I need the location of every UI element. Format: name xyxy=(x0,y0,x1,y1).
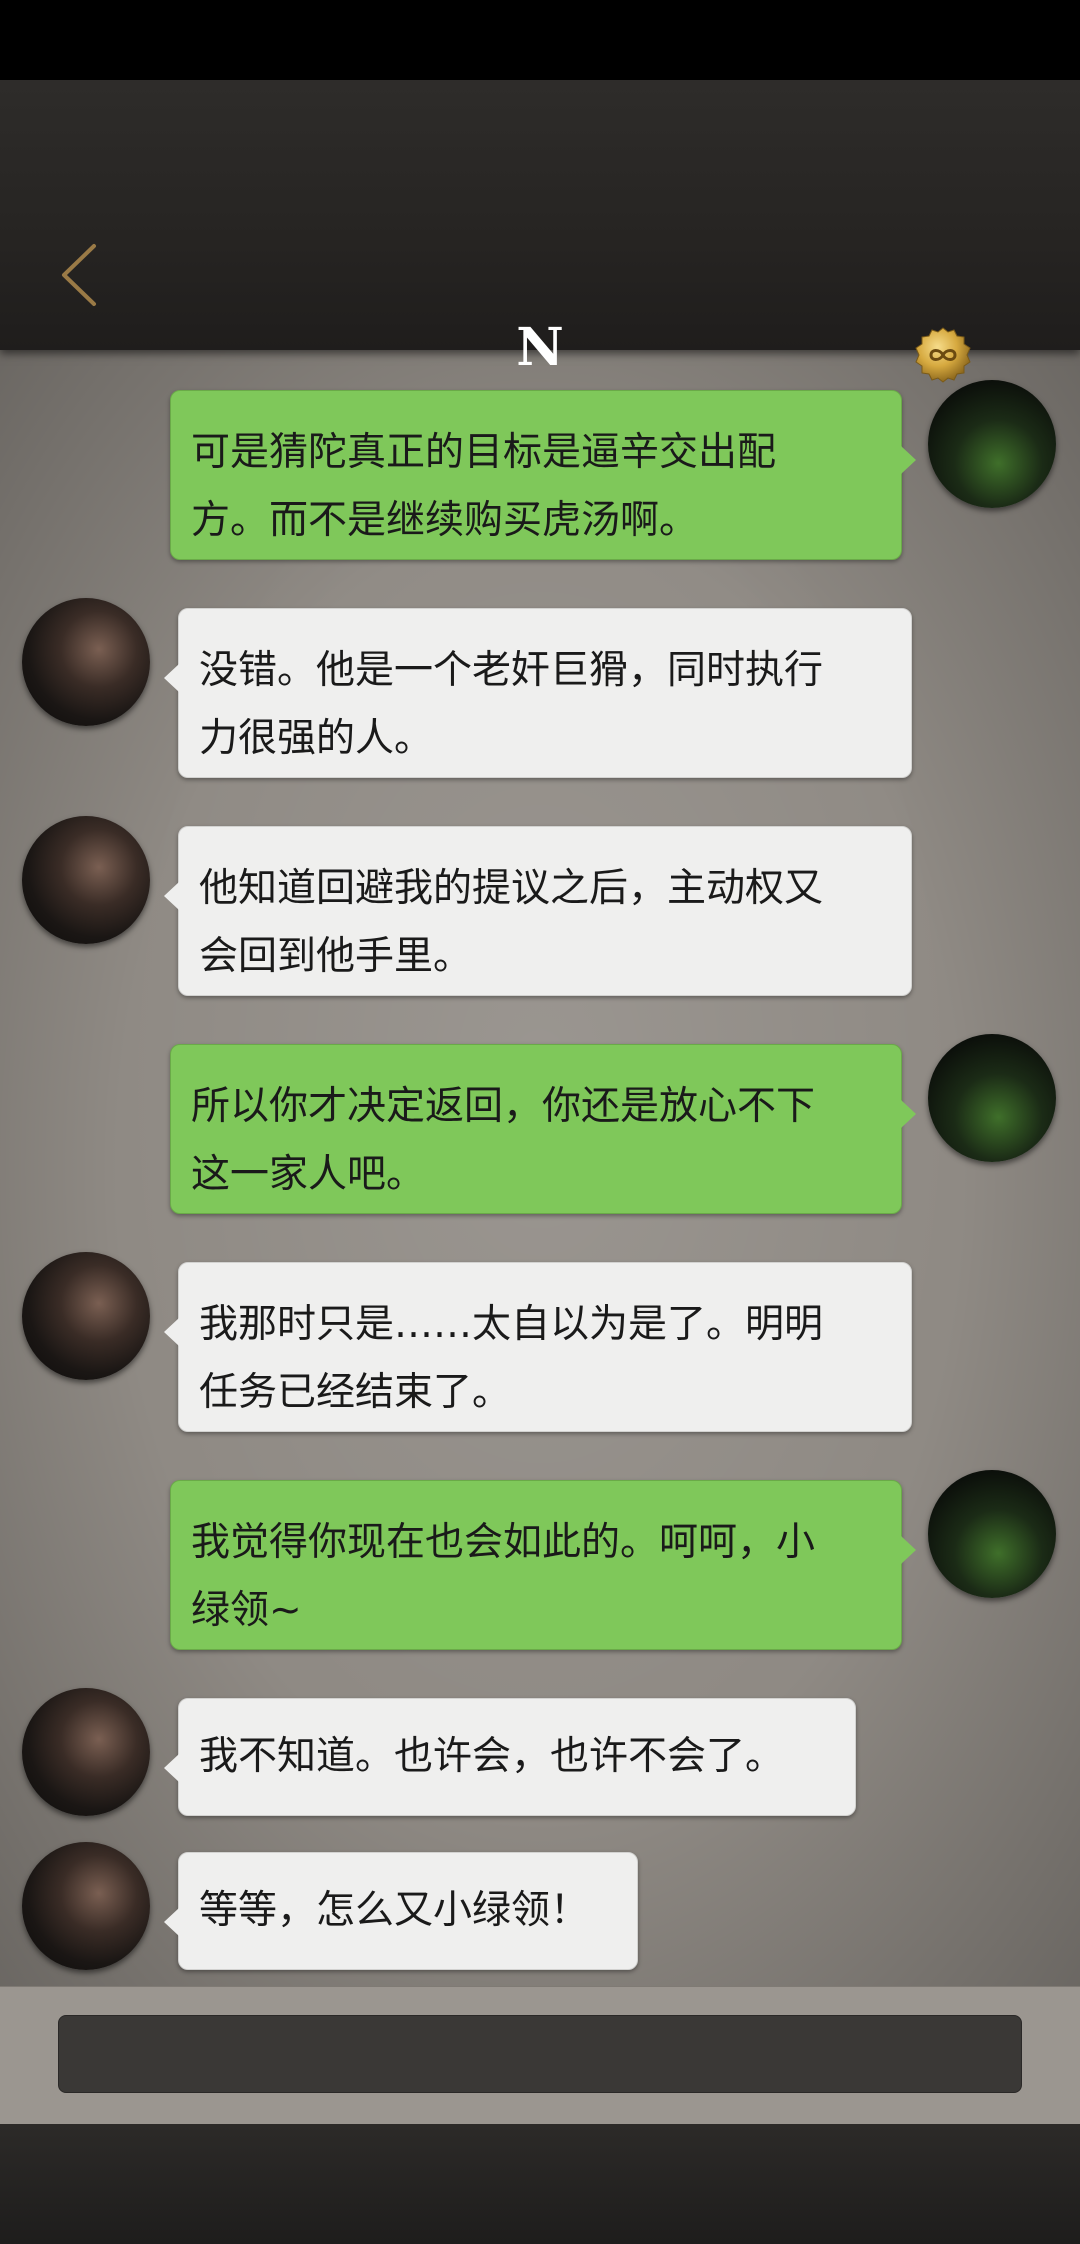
chat-header: N xyxy=(0,80,1080,383)
contact-avatar[interactable] xyxy=(22,1688,150,1816)
message-line: 他知道回避我的提议之后，主动权又 xyxy=(199,866,824,911)
message-line: 绿领~ xyxy=(191,1588,302,1633)
infinity-badge-button[interactable] xyxy=(914,326,972,384)
back-button[interactable] xyxy=(52,240,112,310)
message-line: 没错。他是一个老奸巨猾，同时执行 xyxy=(199,648,824,693)
status-bar xyxy=(0,0,1080,80)
contact-avatar[interactable] xyxy=(22,1252,150,1380)
incoming-message-bubble: 我不知道。也许会，也许不会了。 xyxy=(164,1698,856,1816)
chat-area[interactable]: 可是猜陀真正的目标是逼辛交出配 方。而不是继续购买虎汤啊。 没错。他是一个老奸巨… xyxy=(0,350,1080,1986)
message-line: 我那时只是……太自以为是了。明明 xyxy=(199,1302,824,1347)
incoming-message-bubble: 他知道回避我的提议之后，主动权又 会回到他手里。 xyxy=(164,826,912,996)
self-avatar[interactable] xyxy=(928,380,1056,508)
self-avatar[interactable] xyxy=(928,1034,1056,1162)
bottom-bar xyxy=(0,2124,1080,2244)
message-line: 会回到他手里。 xyxy=(199,934,473,979)
message-line: 力很强的人。 xyxy=(199,716,434,761)
message-line: 等等，怎么又小绿领！ xyxy=(199,1888,590,1933)
contact-avatar[interactable] xyxy=(22,816,150,944)
message-line: 我觉得你现在也会如此的。呵呵，小 xyxy=(191,1520,816,1565)
outgoing-message-bubble: 可是猜陀真正的目标是逼辛交出配 方。而不是继续购买虎汤啊。 xyxy=(170,390,916,560)
incoming-message-bubble: 我那时只是……太自以为是了。明明 任务已经结束了。 xyxy=(164,1262,912,1432)
message-input[interactable] xyxy=(58,2015,1022,2093)
infinity-seal-icon xyxy=(915,327,971,383)
message-line: 我不知道。也许会，也许不会了。 xyxy=(199,1734,785,1779)
incoming-message-bubble: 没错。他是一个老奸巨猾，同时执行 力很强的人。 xyxy=(164,608,912,778)
chevron-left-icon xyxy=(62,244,96,306)
contact-avatar[interactable] xyxy=(22,1842,150,1970)
contact-avatar[interactable] xyxy=(22,598,150,726)
message-line: 所以你才决定返回，你还是放心不下 xyxy=(191,1084,816,1129)
outgoing-message-bubble: 我觉得你现在也会如此的。呵呵，小 绿领~ xyxy=(170,1480,916,1650)
message-line: 方。而不是继续购买虎汤啊。 xyxy=(191,498,699,543)
message-line: 任务已经结束了。 xyxy=(199,1370,512,1415)
message-line: 这一家人吧。 xyxy=(191,1152,426,1197)
message-line: 可是猜陀真正的目标是逼辛交出配 xyxy=(191,430,777,475)
self-avatar[interactable] xyxy=(928,1470,1056,1598)
input-bar xyxy=(0,1986,1080,2125)
outgoing-message-bubble: 所以你才决定返回，你还是放心不下 这一家人吧。 xyxy=(170,1044,916,1214)
incoming-message-bubble: 等等，怎么又小绿领！ xyxy=(164,1852,638,1970)
